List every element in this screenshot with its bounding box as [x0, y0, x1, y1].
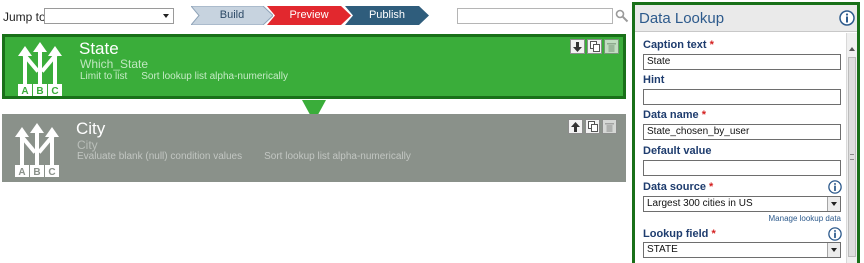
block-title: State [79, 39, 119, 58]
data-name-field[interactable]: State_chosen_by_user [643, 124, 841, 140]
lookup-field-label: Lookup field * [643, 228, 716, 240]
block-title: City [76, 119, 106, 138]
svg-text:A: A [18, 167, 25, 178]
move-up-icon [571, 121, 580, 132]
hint-label: Hint [643, 74, 665, 86]
move-up-button[interactable] [568, 119, 583, 134]
panel-title: Data Lookup [639, 10, 725, 27]
block-options: Evaluate blank (null) condition values So… [77, 151, 411, 162]
lookup-field-info-icon[interactable] [828, 227, 842, 241]
lookup-field-select[interactable]: STATE [643, 242, 841, 258]
step-build[interactable]: Build [191, 6, 273, 25]
svg-text:C: C [48, 167, 55, 178]
svg-text:C: C [51, 86, 58, 97]
move-down-button[interactable] [570, 39, 585, 54]
jump-to-select[interactable] [44, 8, 174, 24]
block-option: Limit to list [80, 71, 128, 82]
svg-text:B: B [36, 86, 43, 97]
grip-icon [850, 154, 854, 160]
manage-lookup-data-link[interactable]: Manage lookup data [769, 214, 842, 223]
panel-scrollbar[interactable] [846, 33, 857, 263]
data-source-info-icon[interactable] [828, 180, 842, 194]
caption-text-label: Caption text * [643, 39, 714, 51]
block-subtitle: City [77, 138, 98, 152]
lookup-abc-icon: ABC [18, 42, 62, 97]
step-build-label: Build [219, 9, 245, 21]
required-marker: * [711, 228, 716, 240]
required-marker: * [701, 109, 706, 121]
data-name-label-text: Data name [643, 109, 699, 121]
hint-field[interactable] [643, 89, 841, 105]
required-marker: * [709, 181, 714, 193]
default-value-label: Default value [643, 145, 712, 157]
lookup-block-city[interactable]: ABC City City Evaluate blank (null) cond… [2, 114, 626, 182]
block-option: Sort lookup list alpha-numerically [141, 71, 288, 82]
delete-icon [607, 42, 616, 52]
data-source-value: Largest 300 cities in US [647, 198, 753, 209]
block-subtitle: Which_State [80, 57, 149, 71]
chevron-down-icon [827, 243, 840, 257]
jump-to-label: Jump to [3, 10, 46, 24]
default-value-field[interactable] [643, 160, 841, 176]
panel-header: Data Lookup [635, 5, 857, 32]
caption-text-field[interactable]: State [643, 54, 841, 70]
lookup-abc-icon: ABC [15, 123, 59, 178]
block-options: Limit to list Sort lookup list alpha-nume… [80, 71, 288, 82]
info-icon[interactable] [839, 10, 855, 26]
delete-icon [605, 122, 614, 132]
data-source-label-text: Data source [643, 181, 706, 193]
chevron-down-icon [827, 197, 840, 211]
delete-button[interactable] [602, 119, 617, 134]
step-preview[interactable]: Preview [267, 6, 351, 25]
lookup-block-state[interactable]: ABC State Which_State Limit to list Sort … [2, 34, 626, 99]
data-name-label: Data name * [643, 109, 706, 121]
magnifier-icon[interactable] [615, 9, 629, 23]
delete-button[interactable] [604, 39, 619, 54]
chevron-down-icon [163, 14, 169, 18]
block-tools [568, 119, 617, 134]
step-publish[interactable]: Publish [345, 6, 429, 25]
data-source-select[interactable]: Largest 300 cities in US [643, 196, 841, 212]
required-marker: * [709, 39, 714, 51]
block-option: Sort lookup list alpha-numerically [264, 151, 411, 162]
step-publish-label: Publish [368, 9, 406, 21]
data-source-label: Data source * [643, 181, 713, 193]
search-input[interactable] [457, 8, 613, 24]
scroll-up-icon[interactable] [849, 47, 855, 51]
svg-text:A: A [21, 86, 28, 97]
caption-text-label-text: Caption text [643, 39, 707, 51]
lookup-field-label-text: Lookup field [643, 228, 709, 240]
copy-button[interactable] [585, 119, 600, 134]
copy-button[interactable] [587, 39, 602, 54]
top-toolbar: Jump to Build Preview Publish [0, 0, 632, 32]
data-lookup-panel: Data Lookup Caption text * State Hint Da… [632, 2, 860, 263]
panel-form: Caption text * State Hint Data name * St… [635, 33, 845, 263]
svg-text:B: B [33, 167, 40, 178]
copy-icon [589, 41, 600, 52]
move-down-icon [573, 41, 582, 52]
scrollbar-thumb[interactable] [848, 57, 856, 257]
block-option: Evaluate blank (null) condition values [77, 151, 243, 162]
block-tools [570, 39, 619, 54]
copy-icon [587, 121, 598, 132]
step-preview-label: Preview [289, 9, 329, 21]
lookup-field-value: STATE [647, 244, 678, 255]
